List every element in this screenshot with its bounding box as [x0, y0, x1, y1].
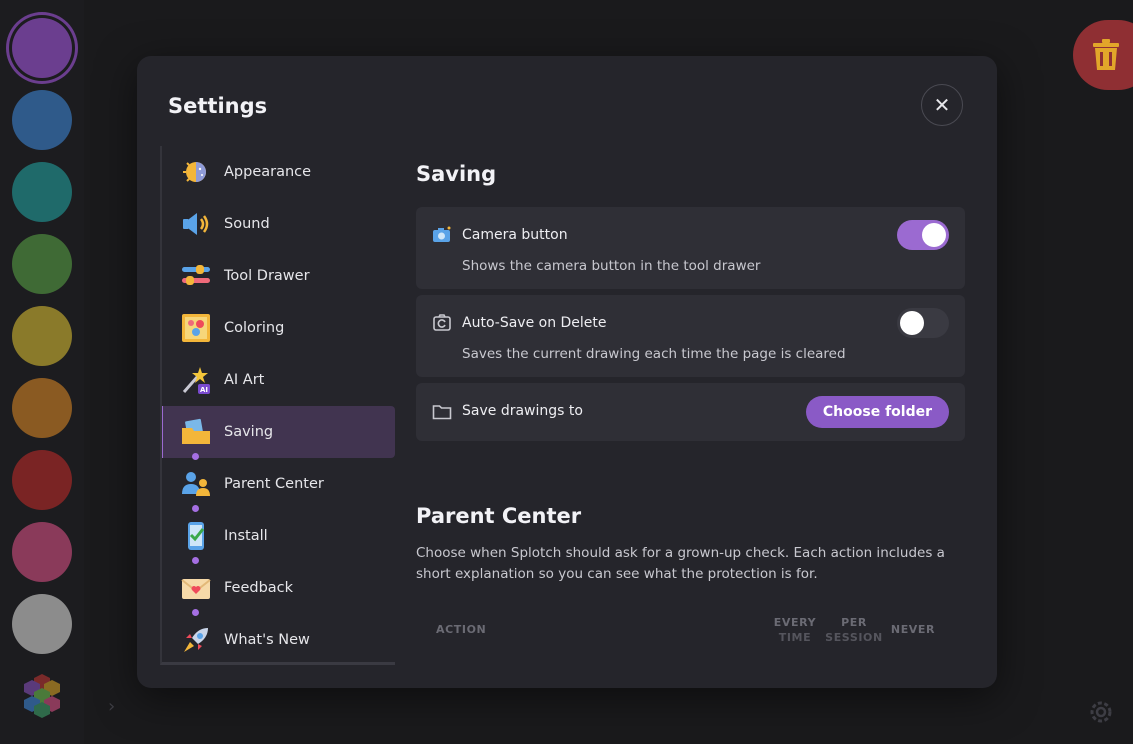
nav-label: Install	[224, 528, 268, 544]
nav-item-feedback[interactable]: Feedback	[162, 557, 395, 614]
swatch-purple[interactable]	[12, 18, 72, 78]
nav-item-parent-center[interactable]: Parent Center	[162, 453, 395, 510]
swatch-green[interactable]	[12, 234, 72, 294]
settings-dialog: Settings ✕ Appearance Sound Tool Drawer …	[137, 56, 997, 688]
nav-item-install[interactable]: Install	[162, 505, 395, 562]
nav-item-coloring[interactable]: Coloring	[162, 302, 395, 354]
nav-label: Feedback	[224, 580, 294, 596]
column-header-per-session: PER SESSION	[825, 616, 883, 644]
parents-icon	[182, 472, 210, 496]
folder-icon	[182, 418, 210, 444]
nav-item-appearance[interactable]: Appearance	[162, 146, 395, 198]
color-palette-icon[interactable]	[16, 672, 68, 720]
setting-title: Auto-Save on Delete	[462, 315, 607, 331]
color-palette-rail	[0, 0, 84, 744]
sliders-icon	[182, 265, 210, 285]
section-title-parent-center: Parent Center	[416, 504, 582, 528]
nav-label: What's New	[224, 632, 310, 648]
magic-wand-icon: AI	[182, 367, 210, 394]
nav-label: Sound	[224, 216, 270, 232]
new-badge-dot	[192, 505, 199, 512]
close-button[interactable]: ✕	[921, 84, 963, 126]
nav-item-whats-new[interactable]: What's New	[162, 609, 395, 662]
nav-label: Saving	[224, 424, 274, 440]
swatch-olive[interactable]	[12, 306, 72, 366]
column-header-every-time: EVERY TIME	[773, 616, 817, 644]
chevron-right-icon[interactable]: ›	[108, 696, 115, 717]
camera-icon	[433, 226, 451, 242]
svg-text:AI: AI	[200, 386, 208, 394]
nav-label: Coloring	[224, 320, 285, 336]
trash-icon	[1093, 39, 1119, 70]
dialog-title: Settings	[168, 94, 268, 118]
nav-label: Appearance	[224, 164, 312, 180]
close-icon: ✕	[933, 93, 951, 117]
nav-label: Tool Drawer	[224, 268, 310, 284]
column-header-action: ACTION	[436, 623, 487, 636]
swatch-red[interactable]	[12, 450, 72, 510]
nav-label: Parent Center	[224, 476, 324, 492]
section-title-saving: Saving	[416, 162, 497, 186]
setting-title: Save drawings to	[462, 403, 583, 419]
phone-check-icon	[188, 522, 205, 550]
gear-icon[interactable]	[1086, 697, 1116, 727]
column-header-never: NEVER	[890, 623, 936, 636]
auto-save-toggle[interactable]	[897, 308, 949, 338]
speaker-icon	[183, 213, 209, 235]
folder-outline-icon	[432, 405, 452, 420]
camera-button-setting: Camera button Shows the camera button in…	[416, 207, 965, 289]
setting-description: Saves the current drawing each time the …	[462, 346, 846, 362]
new-badge-dot	[192, 609, 199, 616]
new-badge-dot	[192, 557, 199, 564]
swatch-pink[interactable]	[12, 522, 72, 582]
swatch-gray[interactable]	[12, 594, 72, 654]
settings-nav: Appearance Sound Tool Drawer Coloring AI…	[160, 146, 395, 665]
save-location-setting: Save drawings to Choose folder	[416, 383, 965, 441]
envelope-heart-icon	[181, 579, 211, 599]
nav-label: AI Art	[224, 372, 265, 388]
nav-item-tool-drawer[interactable]: Tool Drawer	[162, 250, 395, 302]
nav-item-sound[interactable]: Sound	[162, 198, 395, 250]
swatch-orange[interactable]	[12, 378, 72, 438]
camera-button-toggle[interactable]	[897, 220, 949, 250]
setting-title: Camera button	[462, 227, 568, 243]
nav-item-saving[interactable]: Saving	[162, 406, 395, 458]
auto-save-setting: Auto-Save on Delete Saves the current dr…	[416, 295, 965, 377]
swatch-teal[interactable]	[12, 162, 72, 222]
rocket-icon	[184, 628, 208, 652]
setting-description: Shows the camera button in the tool draw…	[462, 258, 761, 274]
new-badge-dot	[192, 453, 199, 460]
parent-center-description: Choose when Splotch should ask for a gro…	[416, 545, 945, 582]
appearance-icon	[183, 162, 206, 182]
coloring-icon	[182, 314, 210, 342]
swatch-blue[interactable]	[12, 90, 72, 150]
choose-folder-button[interactable]: Choose folder	[805, 396, 949, 428]
settings-content: Saving Camera button Shows the camera bu…	[416, 146, 966, 688]
nav-item-ai-art[interactable]: AI AI Art	[162, 354, 395, 406]
camera-rotate-icon	[433, 314, 451, 331]
